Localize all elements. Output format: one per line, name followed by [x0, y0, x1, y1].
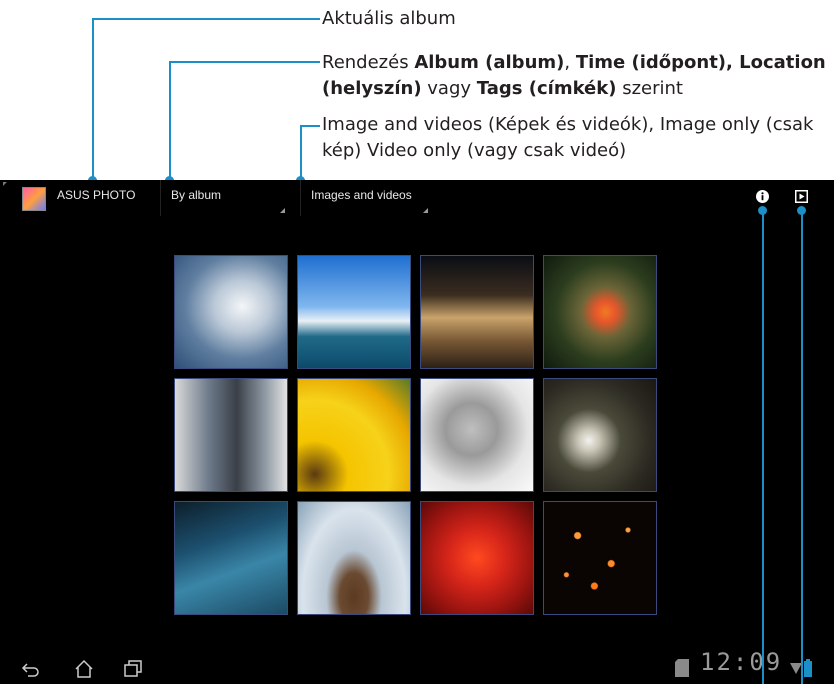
- callout-line-sort-h: [169, 61, 320, 63]
- callout-sort-options: Rendezés Album (album), Time (időpont), …: [322, 50, 832, 102]
- callout-line-album-v: [92, 18, 94, 180]
- filter-line1-text: Image and videos (Képek és videók), Imag…: [322, 114, 814, 135]
- sort-prefix-text: Rendezés: [322, 52, 415, 73]
- sort-sep-text: ,: [564, 52, 576, 73]
- sort-suffix-text: szerint: [616, 78, 683, 99]
- gallery-thumb-sunflower[interactable]: [297, 378, 411, 492]
- callout-line-info-v: [762, 210, 764, 684]
- corner-marker: [3, 182, 7, 186]
- back-icon[interactable]: [20, 658, 42, 680]
- gallery-thumb-couple-walking[interactable]: [174, 378, 288, 492]
- sort-album-text: Album (album): [414, 52, 565, 73]
- play-icon[interactable]: [795, 190, 808, 203]
- sort-spinner-label: By album: [171, 188, 222, 202]
- recent-apps-icon[interactable]: [122, 658, 144, 680]
- gallery-thumb-harbor-boat[interactable]: [297, 255, 411, 369]
- sort-location-hu-text: (helyszín): [322, 78, 422, 99]
- callout-line-filter-v: [300, 125, 302, 180]
- gallery-thumb-cloudy-sky[interactable]: [174, 255, 288, 369]
- battery-icon: [804, 659, 812, 677]
- gallery-thumb-white-flower[interactable]: [543, 378, 657, 492]
- action-bar: ASUS PHOTO By album Images and videos: [0, 180, 834, 216]
- spinner-arrow-icon: [280, 208, 285, 213]
- gallery-thumb-clownfish[interactable]: [543, 255, 657, 369]
- sort-or-text: vagy: [421, 78, 477, 99]
- sort-tags-text: Tags (címkék): [476, 78, 617, 99]
- gallery-thumb-sky-lanterns[interactable]: [543, 501, 657, 615]
- callout-current-album-text: Aktuális album: [322, 8, 456, 29]
- device-screen: ASUS PHOTO By album Images and videos 12…: [0, 180, 834, 684]
- filter-spinner[interactable]: Images and videos: [300, 180, 431, 216]
- gallery-thumb-red-leaves[interactable]: [420, 501, 534, 615]
- callout-line-sort-v: [169, 61, 171, 180]
- system-bar: 12:09: [0, 648, 834, 684]
- sort-time-location-text: Time (időpont), Location: [575, 52, 826, 73]
- app-title[interactable]: ASUS PHOTO: [57, 188, 135, 202]
- filter-line2-text: kép) Video only (vagy csak videó): [322, 140, 627, 161]
- gallery-thumb-night-building[interactable]: [420, 255, 534, 369]
- home-icon[interactable]: [73, 658, 95, 680]
- asus-photo-app-icon[interactable]: [22, 187, 46, 211]
- callout-line-album-h: [92, 18, 320, 20]
- filter-spinner-label: Images and videos: [311, 188, 412, 202]
- callout-current-album: Aktuális album: [322, 6, 456, 32]
- status-clock: 12:09: [700, 648, 783, 676]
- spinner-arrow-icon: [423, 208, 428, 213]
- gallery-thumb-blue-water[interactable]: [174, 501, 288, 615]
- sd-card-icon: [675, 659, 689, 677]
- callout-line-filter-h: [300, 125, 320, 127]
- sort-spinner[interactable]: By album: [160, 180, 288, 216]
- gallery-thumb-sleeping-kitten[interactable]: [420, 378, 534, 492]
- callout-line-slideshow-v: [801, 210, 803, 684]
- info-icon[interactable]: [756, 190, 769, 203]
- callout-filter-options: Image and videos (Képek és videók), Imag…: [322, 112, 832, 164]
- gallery-thumb-misty-rock[interactable]: [297, 501, 411, 615]
